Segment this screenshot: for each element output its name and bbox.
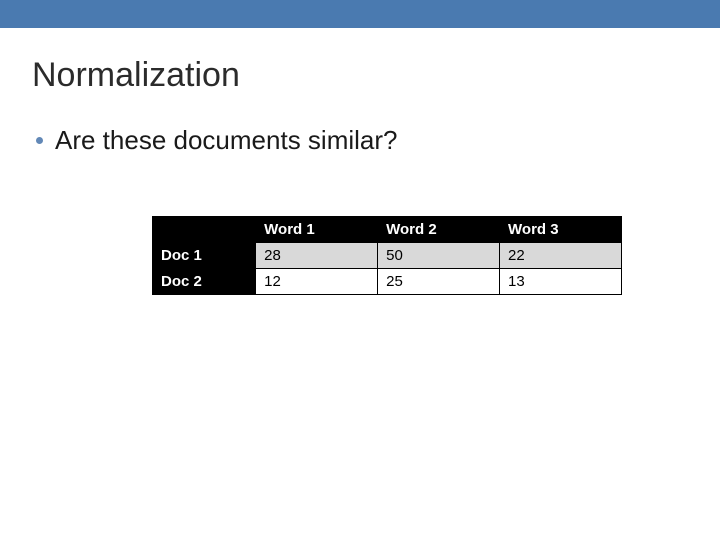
accent-top-bar [0, 0, 720, 28]
data-table: Word 1 Word 2 Word 3 Doc 1 28 50 22 Doc … [152, 216, 622, 295]
table-cell: 50 [378, 243, 500, 269]
table-row-header: Doc 1 [153, 243, 256, 269]
table-cell: 12 [256, 269, 378, 295]
table-col-header: Word 1 [256, 217, 378, 243]
table-corner-cell [153, 217, 256, 243]
bullet-line: Are these documents similar? [36, 125, 688, 156]
table-row: Doc 2 12 25 13 [153, 269, 622, 295]
table-cell: 22 [500, 243, 622, 269]
table-cell: 28 [256, 243, 378, 269]
data-table-wrap: Word 1 Word 2 Word 3 Doc 1 28 50 22 Doc … [152, 216, 622, 295]
page-title: Normalization [32, 56, 688, 95]
bullet-dot-icon [36, 137, 43, 144]
table-header-row: Word 1 Word 2 Word 3 [153, 217, 622, 243]
table-row-header: Doc 2 [153, 269, 256, 295]
bullet-text: Are these documents similar? [55, 125, 397, 156]
table-cell: 25 [378, 269, 500, 295]
table-col-header: Word 3 [500, 217, 622, 243]
slide-body: Normalization Are these documents simila… [0, 28, 720, 295]
table-col-header: Word 2 [378, 217, 500, 243]
table-row: Doc 1 28 50 22 [153, 243, 622, 269]
table-cell: 13 [500, 269, 622, 295]
